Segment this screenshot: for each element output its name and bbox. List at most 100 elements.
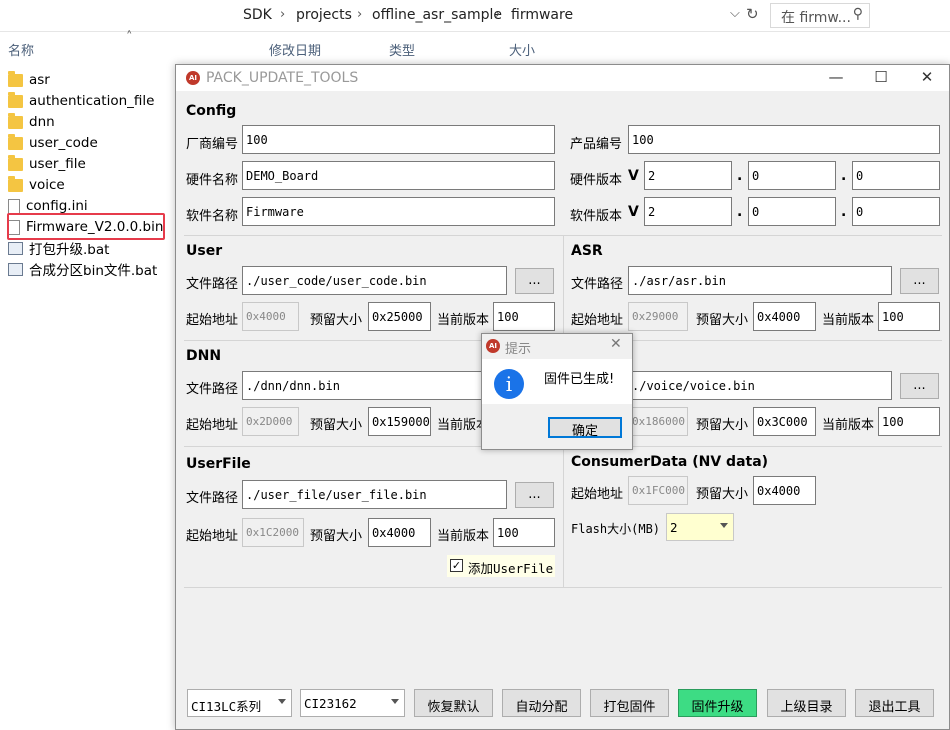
file-item[interactable]: 打包升级.bat: [8, 238, 109, 258]
info-icon: i: [494, 369, 524, 399]
chevron-down-icon: [278, 699, 286, 704]
file-item[interactable]: user_file: [8, 154, 86, 174]
asr-browse-button[interactable]: ...: [900, 268, 939, 294]
user-ver-field[interactable]: 100: [493, 302, 555, 331]
dot-sep: .: [737, 204, 743, 220]
breadcrumb-offline-asr-sample[interactable]: offline_asr_sample: [372, 7, 502, 23]
user-size-field[interactable]: 0x25000: [368, 302, 431, 331]
restore-default-button[interactable]: 恢复默认: [414, 689, 493, 717]
refresh-icon[interactable]: ↻: [746, 5, 759, 23]
sw-ver-patch[interactable]: 0: [852, 197, 940, 226]
vendor-field[interactable]: 100: [242, 125, 555, 154]
userfile-size-field[interactable]: 0x4000: [368, 518, 431, 547]
hw-ver-minor[interactable]: 0: [748, 161, 836, 190]
pack-firmware-button[interactable]: 打包固件: [590, 689, 669, 717]
asr-path-field[interactable]: ./asr/asr.bin: [628, 266, 892, 295]
hw-ver-label: 硬件版本: [570, 173, 623, 188]
consumer-size-label: 预留大小: [696, 487, 749, 502]
sort-up-icon: ˄: [126, 30, 133, 45]
hw-name-field[interactable]: DEMO_Board: [242, 161, 555, 190]
voice-browse-button[interactable]: ...: [900, 373, 939, 399]
auto-alloc-button[interactable]: 自动分配: [502, 689, 581, 717]
parent-dir-button[interactable]: 上级目录: [767, 689, 846, 717]
dnn-path-field[interactable]: ./dnn/dnn.bin: [242, 371, 507, 400]
userfile-size-label: 预留大小: [310, 529, 363, 544]
sw-name-field[interactable]: Firmware: [242, 197, 555, 226]
close-icon[interactable]: ✕: [610, 336, 622, 352]
file-item[interactable]: user_code: [8, 133, 98, 153]
dot-sep: .: [737, 168, 743, 184]
user-path-field[interactable]: ./user_code/user_code.bin: [242, 266, 507, 295]
upgrade-firmware-button[interactable]: 固件升级: [678, 689, 757, 717]
file-item[interactable]: 合成分区bin文件.bat: [8, 259, 157, 279]
search-input[interactable]: 在 firmw... ⚲: [770, 3, 870, 28]
chevron-down-icon: [720, 523, 728, 528]
flash-size-select[interactable]: 2: [666, 513, 734, 541]
asr-size-field[interactable]: 0x4000: [753, 302, 816, 331]
file-item[interactable]: asr: [8, 70, 50, 90]
hw-ver-patch[interactable]: 0: [852, 161, 940, 190]
userfile-browse-button[interactable]: ...: [515, 482, 554, 508]
dnn-addr-label: 起始地址: [186, 418, 239, 433]
maximize-icon[interactable]: ☐: [871, 68, 891, 86]
file-name: config.ini: [26, 198, 88, 214]
user-heading: User: [186, 243, 223, 259]
product-field[interactable]: 100: [628, 125, 940, 154]
sw-ver-minor[interactable]: 0: [748, 197, 836, 226]
consumer-addr-label: 起始地址: [571, 487, 624, 502]
vendor-label: 厂商编号: [186, 137, 239, 152]
minimize-icon[interactable]: —: [826, 68, 846, 86]
column-date[interactable]: 修改日期: [269, 40, 321, 59]
add-userfile-checkbox[interactable]: ✓ 添加UserFile: [447, 555, 555, 577]
user-addr-field: 0x4000: [242, 302, 299, 331]
file-item[interactable]: authentication_file: [8, 91, 154, 111]
add-userfile-label: 添加UserFile: [468, 561, 554, 576]
userfile-addr-label: 起始地址: [186, 529, 239, 544]
consumer-size-field[interactable]: 0x4000: [753, 476, 816, 505]
user-ver-label: 当前版本: [437, 313, 490, 328]
voice-ver-field[interactable]: 100: [878, 407, 940, 436]
close-icon[interactable]: ✕: [917, 68, 937, 86]
column-name[interactable]: 名称: [8, 40, 34, 59]
breadcrumb-sdk[interactable]: SDK: [243, 7, 272, 23]
file-name: asr: [29, 72, 50, 88]
dnn-addr-field: 0x2D000: [242, 407, 299, 436]
voice-size-field[interactable]: 0x3C000: [753, 407, 816, 436]
divider: [184, 587, 942, 588]
chip-series-select[interactable]: CI13LC系列: [187, 689, 292, 717]
chevron-down-icon[interactable]: ⌵: [730, 6, 740, 21]
hw-name-label: 硬件名称: [186, 173, 239, 188]
user-browse-button[interactable]: ...: [515, 268, 554, 294]
window-title: PACK_UPDATE_TOOLS: [206, 70, 359, 86]
file-item[interactable]: dnn: [8, 112, 55, 132]
asr-ver-field[interactable]: 100: [878, 302, 940, 331]
flash-size-label: Flash大小(MB): [571, 522, 661, 536]
folder-icon: [8, 70, 23, 87]
breadcrumb-projects[interactable]: projects: [296, 7, 352, 23]
dnn-heading: DNN: [186, 348, 222, 364]
exit-tool-button[interactable]: 退出工具: [855, 689, 934, 717]
userfile-ver-field[interactable]: 100: [493, 518, 555, 547]
sw-ver-major[interactable]: 2: [644, 197, 732, 226]
file-name: 合成分区bin文件.bat: [29, 263, 158, 279]
userfile-addr-field: 0x1C2000: [242, 518, 304, 547]
chevron-down-icon: [391, 699, 399, 704]
chip-select[interactable]: CI23162: [300, 689, 405, 717]
user-path-label: 文件路径: [186, 277, 239, 292]
asr-size-label: 预留大小: [696, 313, 749, 328]
breadcrumb-firmware[interactable]: firmware: [511, 7, 573, 23]
column-size[interactable]: 大小: [509, 40, 535, 59]
column-type[interactable]: 类型: [389, 40, 415, 59]
checkmark-icon: ✓: [450, 559, 463, 572]
userfile-path-field[interactable]: ./user_file/user_file.bin: [242, 480, 507, 509]
dnn-size-field[interactable]: 0x159000: [368, 407, 431, 436]
file-item[interactable]: voice: [8, 175, 65, 195]
hw-ver-major[interactable]: 2: [644, 161, 732, 190]
highlight-box: [7, 213, 165, 240]
folder-icon: [8, 133, 23, 150]
column-headers: 名称 ˄ 修改日期 类型 大小: [0, 30, 885, 62]
userfile-ver-label: 当前版本: [437, 529, 490, 544]
voice-path-field[interactable]: ./voice/voice.bin: [628, 371, 892, 400]
ok-button[interactable]: 确定: [548, 417, 622, 439]
app-logo-icon: AI: [186, 71, 200, 85]
